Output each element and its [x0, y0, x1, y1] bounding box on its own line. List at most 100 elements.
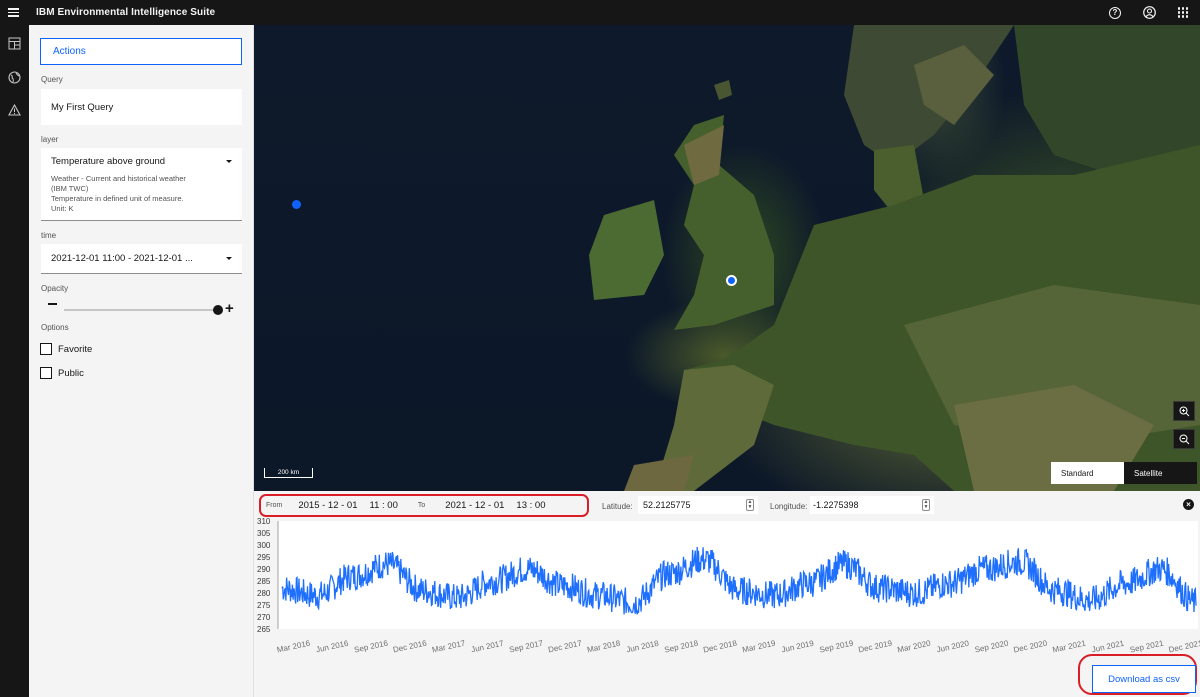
to-time-input[interactable]: 13 : 00: [516, 500, 545, 511]
x-tick-label: Dec 2017: [547, 638, 583, 654]
time-value: 2021-12-01 11:00 - 2021-12-01 ...: [51, 253, 193, 264]
user-icon[interactable]: [1132, 0, 1166, 25]
x-tick-label: Sep 2016: [353, 638, 389, 654]
layer-dropdown[interactable]: Temperature above ground Weather - Curre…: [41, 148, 242, 221]
opacity-label: Opacity: [41, 284, 69, 293]
x-tick-label: Sep 2020: [974, 638, 1010, 654]
x-tick-label: Jun 2017: [470, 639, 505, 655]
actions-button[interactable]: Actions: [40, 38, 242, 65]
latitude-label: Latitude:: [602, 502, 633, 511]
zoom-in-icon: [1179, 406, 1189, 416]
query-panel: Actions Query My First Query layer Tempe…: [29, 25, 254, 697]
longitude-input[interactable]: -1.2275398 ▲ ▼: [810, 496, 934, 514]
time-label: time: [41, 231, 57, 240]
x-tick-label: Sep 2017: [508, 638, 544, 654]
latitude-value: 52.2125775: [643, 500, 691, 510]
opacity-decrease-button[interactable]: [48, 303, 57, 305]
location-marker[interactable]: [292, 200, 301, 209]
warning-icon[interactable]: [7, 103, 21, 117]
x-tick-label: Mar 2017: [431, 639, 466, 655]
x-tick-label: Jun 2016: [315, 639, 350, 655]
favorite-checkbox[interactable]: [40, 343, 52, 355]
x-tick-label: Mar 2016: [276, 639, 311, 655]
from-label: From: [266, 502, 283, 509]
x-tick-label: Mar 2020: [897, 639, 932, 655]
y-tick-label: 270: [257, 613, 271, 622]
opacity-slider-fill: [64, 309, 218, 311]
x-tick-label: Dec 2020: [1013, 638, 1049, 654]
query-name-input[interactable]: My First Query: [41, 89, 242, 125]
map-scale-bar: 200 km: [264, 468, 313, 478]
longitude-value: -1.2275398: [813, 500, 859, 510]
y-tick-label: 290: [257, 565, 271, 574]
app-title: IBM Environmental Intelligence Suite: [36, 7, 216, 18]
latitude-stepper[interactable]: ▲ ▼: [746, 499, 754, 511]
chevron-down-icon: [226, 257, 232, 260]
dashboard-icon[interactable]: [7, 36, 21, 50]
map-view[interactable]: 200 km Standard Satellite: [254, 25, 1200, 491]
query-name-value: My First Query: [51, 101, 114, 113]
opacity-slider[interactable]: [64, 305, 223, 315]
top-header: IBM Environmental Intelligence Suite ?: [0, 0, 1200, 25]
opacity-slider-thumb[interactable]: [213, 305, 223, 315]
x-tick-label: Mar 2018: [586, 639, 621, 655]
basemap-switcher: Standard Satellite: [1051, 462, 1197, 484]
query-label: Query: [41, 75, 63, 84]
from-date-input[interactable]: 2015 - 12 - 01: [298, 500, 357, 511]
to-date-input[interactable]: 2021 - 12 - 01: [445, 500, 504, 511]
zoom-out-icon: [1179, 434, 1189, 444]
x-tick-label: Sep 2018: [664, 638, 700, 654]
menu-icon[interactable]: [0, 0, 26, 25]
latitude-input[interactable]: 52.2125775 ▲ ▼: [638, 496, 758, 514]
chevron-down-icon: [226, 160, 232, 163]
left-rail: [0, 25, 29, 697]
public-checkbox[interactable]: [40, 367, 52, 379]
y-tick-label: 280: [257, 589, 271, 598]
to-label: To: [417, 502, 426, 509]
favorite-option[interactable]: Favorite: [40, 343, 92, 355]
y-tick-label: 295: [257, 553, 271, 562]
zoom-in-button[interactable]: [1173, 401, 1195, 421]
y-tick-label: 310: [257, 517, 271, 526]
map-landmass: [589, 25, 1200, 491]
x-tick-label: Jun 2018: [625, 639, 660, 655]
globe-icon[interactable]: [7, 70, 21, 84]
from-time-input[interactable]: 11 : 00: [370, 500, 398, 511]
basemap-satellite-tab[interactable]: Satellite: [1124, 462, 1197, 484]
layer-desc-line: (IBM TWC): [51, 184, 89, 193]
download-csv-button[interactable]: Download as csv: [1092, 665, 1196, 693]
layer-desc-line: Unit: K: [51, 204, 74, 213]
y-tick-label: 265: [257, 625, 271, 634]
layer-label: layer: [41, 135, 59, 144]
date-range-picker: From 2015 - 12 - 01 11 : 00 To 2021 - 12…: [259, 494, 589, 517]
timeseries-panel: From 2015 - 12 - 01 11 : 00 To 2021 - 12…: [254, 491, 1200, 697]
opacity-increase-button[interactable]: +: [225, 301, 234, 316]
public-label: Public: [58, 367, 84, 379]
temperature-chart: 310305300295290285280275270265Mar 2016 Ju…: [257, 517, 1200, 655]
app-switcher-icon[interactable]: [1166, 0, 1200, 25]
help-icon[interactable]: ?: [1098, 0, 1132, 25]
options-label: Options: [41, 323, 69, 332]
x-tick-label: Mar 2019: [741, 639, 776, 655]
layer-name: Temperature above ground: [51, 156, 166, 167]
y-tick-label: 285: [257, 577, 271, 586]
x-tick-label: Dec 2018: [702, 638, 738, 654]
user-avatar-glyph: [1142, 6, 1156, 19]
public-option[interactable]: Public: [40, 367, 84, 379]
x-tick-label: Jun 2019: [781, 639, 816, 655]
y-tick-label: 300: [257, 541, 271, 550]
selected-location-marker[interactable]: [726, 275, 737, 286]
chart-plot-area: [278, 521, 1198, 629]
y-tick-label: 305: [257, 529, 271, 538]
longitude-stepper[interactable]: ▲ ▼: [922, 499, 930, 511]
x-tick-label: Sep 2021: [1129, 638, 1165, 654]
time-dropdown[interactable]: 2021-12-01 11:00 - 2021-12-01 ...: [41, 244, 242, 274]
zoom-out-button[interactable]: [1173, 429, 1195, 449]
layer-description: Weather - Current and historical weather…: [51, 174, 232, 214]
close-icon[interactable]: ×: [1183, 499, 1194, 510]
x-tick-label: Dec 2021: [1168, 638, 1200, 654]
header-actions: ?: [1098, 0, 1200, 25]
x-tick-label: Dec 2019: [858, 638, 894, 654]
layer-desc-line: Temperature in defined unit of measure.: [51, 194, 184, 203]
basemap-standard-tab[interactable]: Standard: [1051, 462, 1124, 484]
